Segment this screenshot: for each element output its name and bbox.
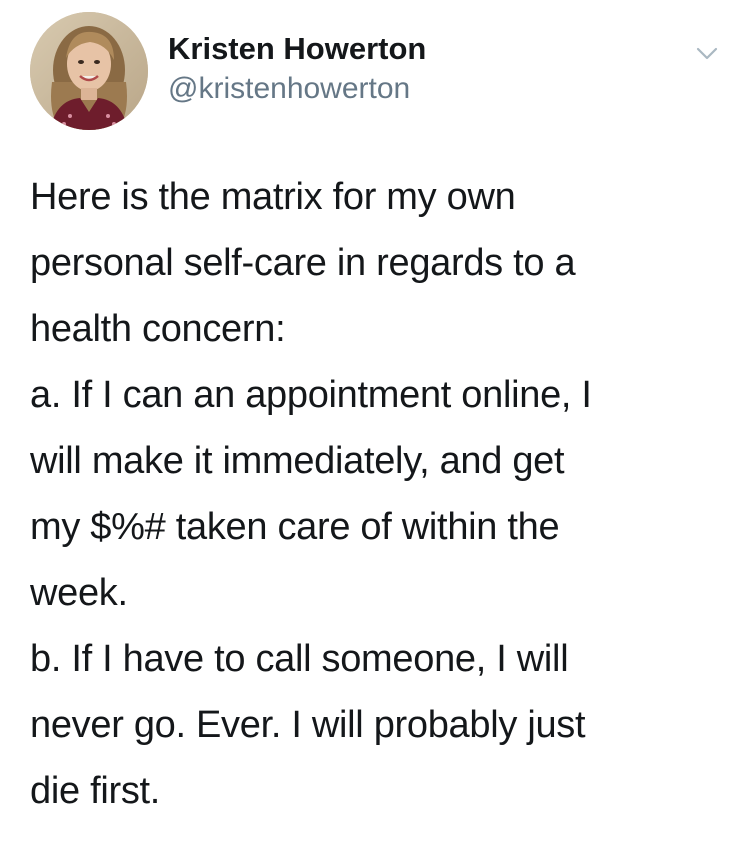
tweet-line: Here is the matrix for my own — [30, 176, 516, 218]
tweet-line: week. — [30, 572, 128, 614]
tweet-menu-button[interactable] — [694, 40, 720, 66]
author-names: Kristen Howerton @kristenhowerton — [168, 30, 426, 108]
tweet-line: die first. — [30, 770, 161, 812]
tweet-line: personal self-care in regards to a — [30, 242, 576, 284]
tweet-text: Here is the matrix for my own personal s… — [30, 164, 720, 824]
user-handle[interactable]: @kristenhowerton — [168, 70, 426, 108]
profile-photo-icon — [30, 12, 148, 130]
tweet-header: Kristen Howerton @kristenhowerton — [30, 12, 720, 130]
tweet-line: my $%# taken care of within the — [30, 506, 560, 548]
avatar[interactable] — [30, 12, 148, 130]
chevron-down-icon — [696, 47, 718, 60]
tweet-card: Kristen Howerton @kristenhowerton Here i… — [0, 0, 745, 868]
display-name[interactable]: Kristen Howerton — [168, 30, 426, 68]
tweet-line: health concern: — [30, 308, 286, 350]
tweet-line: b. If I have to call someone, I will — [30, 638, 569, 680]
tweet-line: will make it immediately, and get — [30, 440, 565, 482]
tweet-line: a. If I can an appointment online, I — [30, 374, 592, 416]
tweet-line: never go. Ever. I will probably just — [30, 704, 586, 746]
